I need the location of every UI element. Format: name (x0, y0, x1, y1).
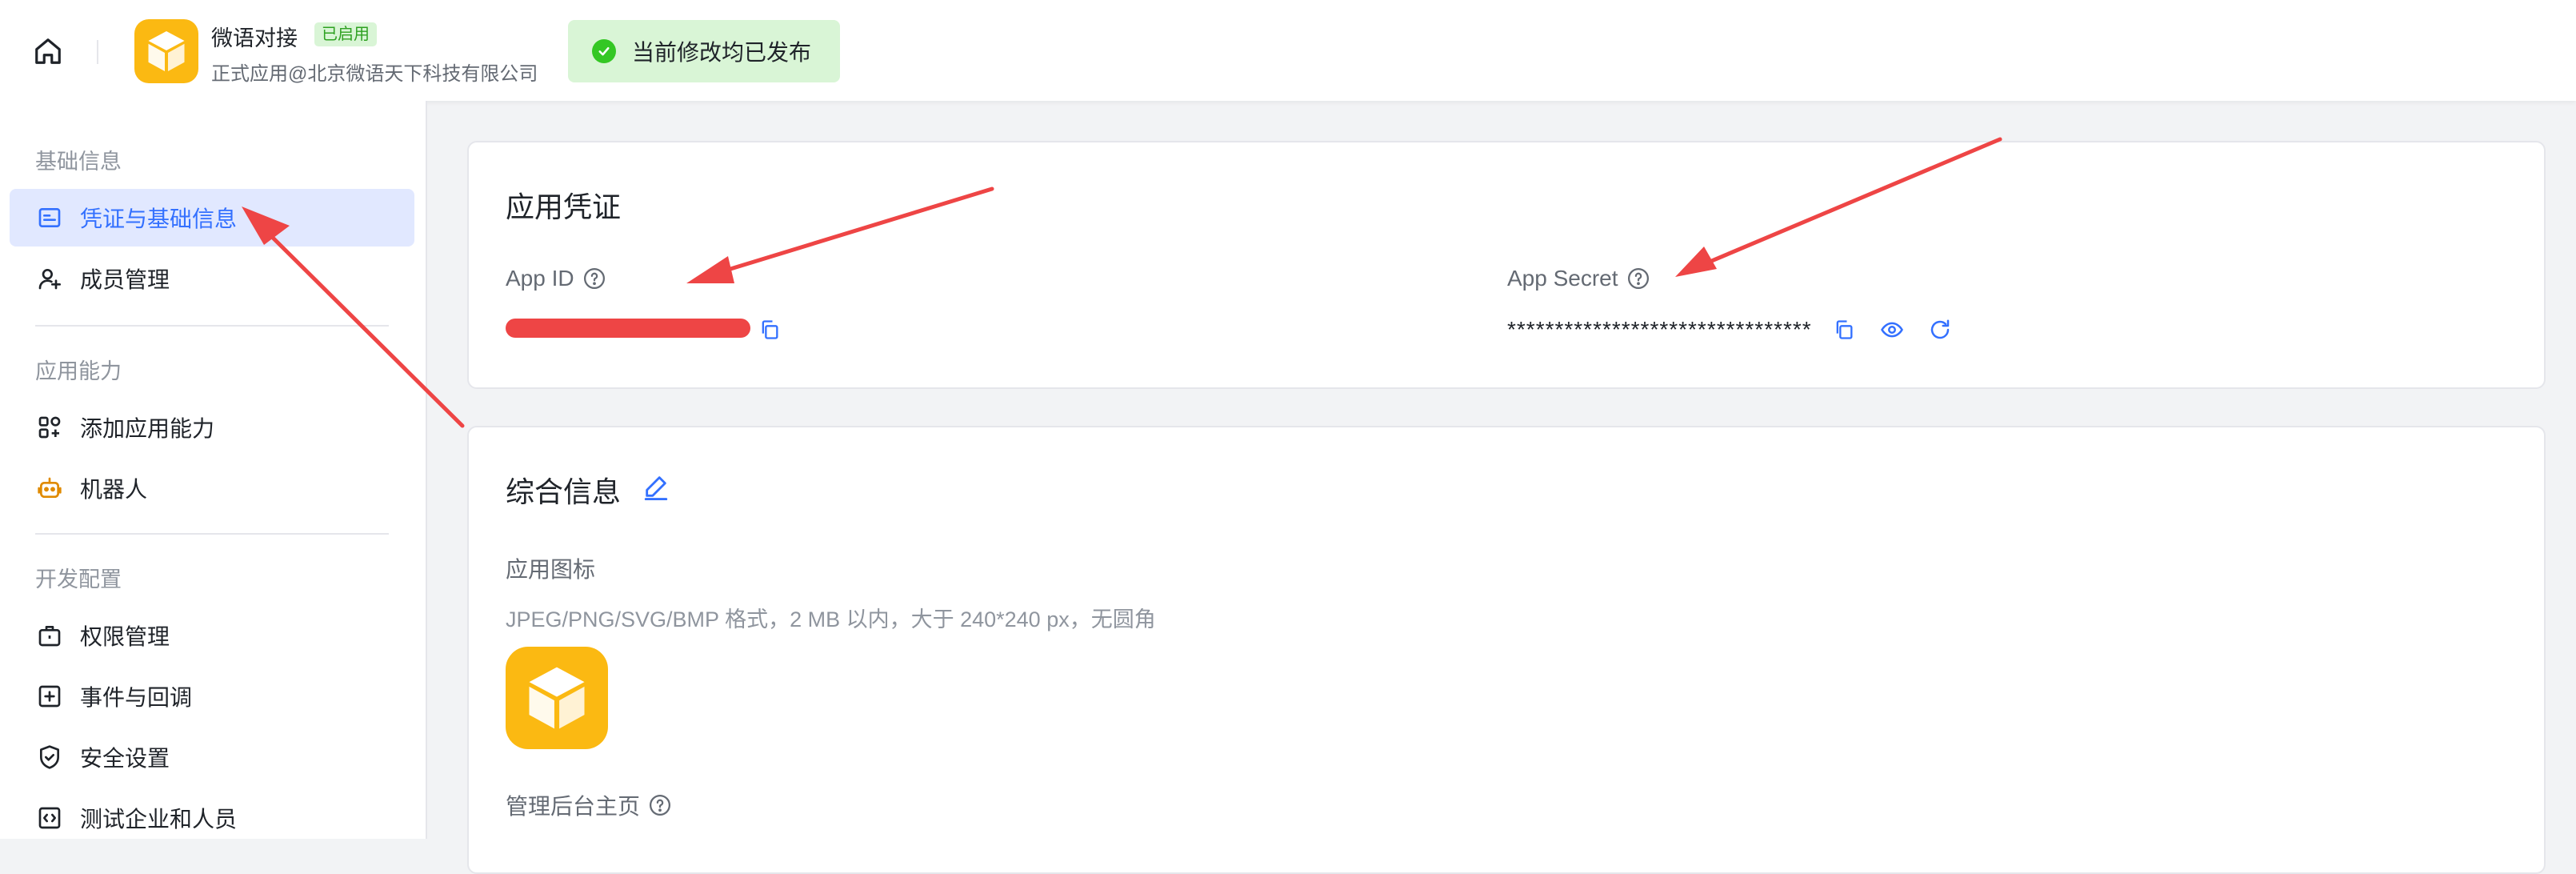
add-user-icon (35, 264, 64, 293)
event-plus-icon (35, 682, 64, 711)
apps-grid-icon (35, 413, 64, 442)
general-info-title: 综合信息 (506, 475, 622, 508)
shield-check-icon (35, 743, 64, 772)
group-title-basic: 基础信息 (35, 150, 122, 174)
divider (35, 533, 389, 535)
app-id-actions (754, 314, 786, 346)
copy-icon[interactable] (754, 314, 786, 346)
help-icon[interactable] (648, 793, 672, 817)
app-secret-row: ******************************** (1507, 314, 1956, 346)
credentials-title: 应用凭证 (506, 190, 622, 223)
sidebar-item-label: 机器人 (80, 477, 148, 502)
admin-home-label: 管理后台主页 (506, 789, 672, 821)
sidebar-item-label: 权限管理 (80, 624, 170, 649)
credentials-card (467, 141, 2546, 389)
refresh-icon[interactable] (1924, 314, 1956, 346)
app-icon-preview[interactable] (506, 647, 608, 749)
app-id-label-text: App ID (506, 266, 574, 291)
briefcase-lock-icon (35, 621, 64, 650)
icon-label: 应用图标 (506, 557, 596, 582)
publish-status-text: 当前修改均已发布 (632, 40, 812, 65)
help-icon[interactable] (582, 267, 606, 291)
app-subtitle: 正式应用@北京微语天下科技有限公司 (211, 63, 538, 85)
sidebar-item-credentials[interactable]: 凭证与基础信息 (10, 189, 414, 247)
sidebar-item-security[interactable]: 安全设置 (10, 728, 414, 786)
app-secret-value: ******************************** (1507, 317, 1812, 342)
home-button[interactable] (30, 34, 66, 69)
sidebar-item-label: 添加应用能力 (80, 416, 215, 441)
copy-icon[interactable] (1828, 314, 1860, 346)
group-title-dev-config: 开发配置 (35, 567, 122, 591)
help-icon[interactable] (1626, 267, 1650, 291)
app-secret-label-text: App Secret (1507, 266, 1618, 291)
sidebar-item-label: 事件与回调 (80, 685, 193, 710)
sidebar-item-robot[interactable]: 机器人 (10, 459, 414, 517)
sidebar-item-label: 安全设置 (80, 746, 170, 771)
top-bar: 微语对接 已启用 正式应用@北京微语天下科技有限公司 当前修改均已发布 (0, 0, 2576, 101)
sidebar-item-test-org[interactable]: 测试企业和人员 (10, 789, 414, 847)
sidebar-item-label: 成员管理 (80, 267, 170, 292)
app-id-label: App ID (506, 266, 606, 291)
check-circle-icon (592, 39, 616, 63)
divider (35, 325, 389, 327)
publish-status: 当前修改均已发布 (568, 20, 840, 82)
status-badge: 已启用 (314, 22, 377, 46)
sidebar-item-members[interactable]: 成员管理 (10, 250, 414, 307)
sidebar-item-add-capability[interactable]: 添加应用能力 (10, 399, 414, 456)
eye-icon[interactable] (1876, 314, 1908, 346)
group-title-capabilities: 应用能力 (35, 359, 122, 383)
general-info-card (467, 426, 2546, 874)
box-icon (529, 667, 585, 729)
sidebar-item-events[interactable]: 事件与回调 (10, 668, 414, 725)
divider (97, 40, 98, 64)
sidebar-item-label: 凭证与基础信息 (80, 206, 238, 231)
icon-hint: JPEG/PNG/SVG/BMP 格式，2 MB 以内，大于 240*240 p… (506, 607, 1156, 631)
admin-home-label-text: 管理后台主页 (506, 794, 641, 819)
app-logo (134, 19, 198, 83)
code-box-icon (35, 804, 64, 832)
credential-card-icon (35, 203, 64, 232)
sidebar: 基础信息 凭证与基础信息 成员管理 应用能力 添加应用能力 机器人 开发配置 权… (0, 101, 427, 839)
app-name: 微语对接 (211, 26, 298, 50)
home-icon (35, 38, 61, 64)
box-icon (148, 31, 185, 71)
app-secret-label: App Secret (1507, 266, 1650, 291)
sidebar-item-label: 测试企业和人员 (80, 807, 238, 832)
robot-icon (35, 474, 64, 503)
app-id-value-redacted (506, 319, 750, 338)
edit-icon[interactable] (640, 471, 672, 503)
sidebar-item-permissions[interactable]: 权限管理 (10, 607, 414, 664)
